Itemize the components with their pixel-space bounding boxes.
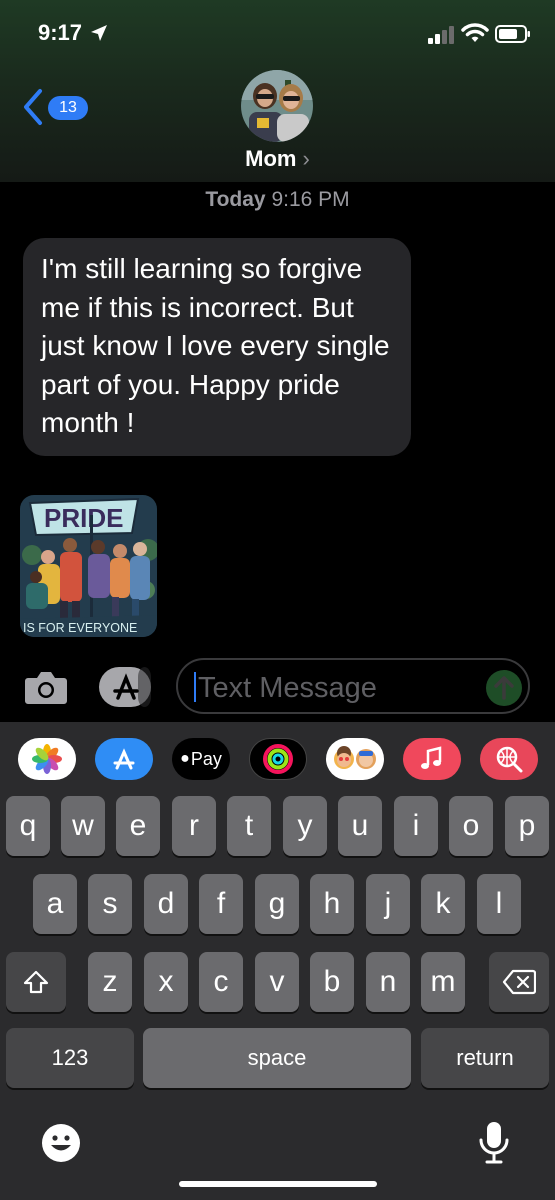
backspace-icon — [502, 969, 536, 995]
key-c[interactable]: c — [199, 952, 243, 1012]
key-z[interactable]: z — [88, 952, 132, 1012]
shift-key[interactable] — [6, 952, 66, 1012]
home-indicator[interactable] — [179, 1181, 377, 1187]
key-x[interactable]: x — [144, 952, 188, 1012]
apple-logo-icon: ● — [180, 750, 190, 767]
key-f[interactable]: f — [199, 874, 243, 934]
back-button[interactable]: 13 — [22, 88, 92, 128]
app-store-icon — [113, 748, 135, 770]
key-t[interactable]: t — [227, 796, 271, 856]
pride-sticker-art: PRIDE IS FOR EVERYONE — [20, 495, 157, 637]
key-y[interactable]: y — [283, 796, 327, 856]
key-j[interactable]: j — [366, 874, 410, 934]
key-k[interactable]: k — [421, 874, 465, 934]
app-store-drawer-icon[interactable] — [98, 666, 152, 708]
message-timestamp: Today 9:16 PM — [0, 188, 555, 212]
apple-pay-label: Pay — [190, 748, 222, 769]
key-r[interactable]: r — [172, 796, 216, 856]
music-note-icon — [421, 746, 442, 769]
avatar-photo — [241, 70, 313, 142]
activity-rings-icon — [263, 744, 293, 774]
delete-key[interactable] — [489, 952, 549, 1012]
text-cursor — [194, 672, 196, 702]
pride-sticker-image[interactable]: PRIDE IS FOR EVERYONE — [20, 495, 157, 637]
apple-pay-button[interactable]: ● Pay — [172, 738, 230, 780]
arrow-up-icon — [494, 676, 514, 700]
key-d[interactable]: d — [144, 874, 188, 934]
incoming-message-bubble[interactable]: I'm still learning so forgive me if this… — [23, 238, 411, 456]
key-i[interactable]: i — [394, 796, 438, 856]
app-store-button[interactable] — [95, 738, 153, 780]
cellular-signal-icon — [428, 26, 454, 44]
memoji-stickers-button[interactable] — [326, 738, 384, 780]
fitness-activity-button[interactable] — [249, 738, 307, 780]
conversation-header: 9:17 13 Mom › — [0, 0, 555, 182]
key-g[interactable]: g — [255, 874, 299, 934]
status-time: 9:17 — [38, 20, 83, 45]
key-q[interactable]: q — [6, 796, 50, 856]
key-b[interactable]: b — [310, 952, 354, 1012]
key-m[interactable]: m — [421, 952, 465, 1012]
emoji-keyboard-icon[interactable] — [40, 1122, 82, 1164]
photos-app-button[interactable] — [18, 738, 76, 780]
key-w[interactable]: w — [61, 796, 105, 856]
timestamp-time: 9:16 PM — [271, 188, 350, 211]
keyboard: ● Pay q w e r t y u i o p a s d f g h j … — [0, 722, 555, 1200]
contact-name-button[interactable]: Mom › — [0, 146, 555, 172]
message-input[interactable]: Text Message — [176, 658, 530, 714]
memoji-icon — [334, 746, 376, 769]
timestamp-day: Today — [205, 188, 266, 211]
space-key[interactable]: space — [143, 1028, 411, 1088]
key-n[interactable]: n — [366, 952, 410, 1012]
key-u[interactable]: u — [338, 796, 382, 856]
shift-icon — [23, 970, 49, 994]
key-o[interactable]: o — [449, 796, 493, 856]
key-h[interactable]: h — [310, 874, 354, 934]
contact-avatar[interactable] — [241, 70, 313, 142]
message-input-placeholder: Text Message — [198, 672, 377, 704]
wifi-icon — [461, 23, 489, 42]
key-l[interactable]: l — [477, 874, 521, 934]
send-button[interactable] — [486, 670, 522, 706]
photos-icon — [32, 744, 62, 774]
battery-icon — [495, 25, 530, 43]
numbers-key[interactable]: 123 — [6, 1028, 134, 1088]
globe-search-icon — [496, 746, 523, 773]
return-key[interactable]: return — [421, 1028, 549, 1088]
key-v[interactable]: v — [255, 952, 299, 1012]
key-s[interactable]: s — [88, 874, 132, 934]
dictation-microphone-icon[interactable] — [477, 1120, 511, 1166]
camera-icon[interactable] — [24, 668, 68, 706]
key-a[interactable]: a — [33, 874, 77, 934]
contact-name: Mom — [245, 146, 297, 171]
key-p[interactable]: p — [505, 796, 549, 856]
chevron-right-icon: › — [302, 146, 310, 171]
sticker-caption: IS FOR EVERYONE — [23, 621, 137, 635]
unread-count-badge: 13 — [48, 96, 88, 120]
location-arrow-icon — [91, 25, 107, 41]
image-search-button[interactable] — [480, 738, 538, 780]
sticker-title: PRIDE — [44, 503, 123, 533]
key-e[interactable]: e — [116, 796, 160, 856]
music-app-button[interactable] — [403, 738, 461, 780]
chevron-left-icon — [24, 89, 42, 125]
